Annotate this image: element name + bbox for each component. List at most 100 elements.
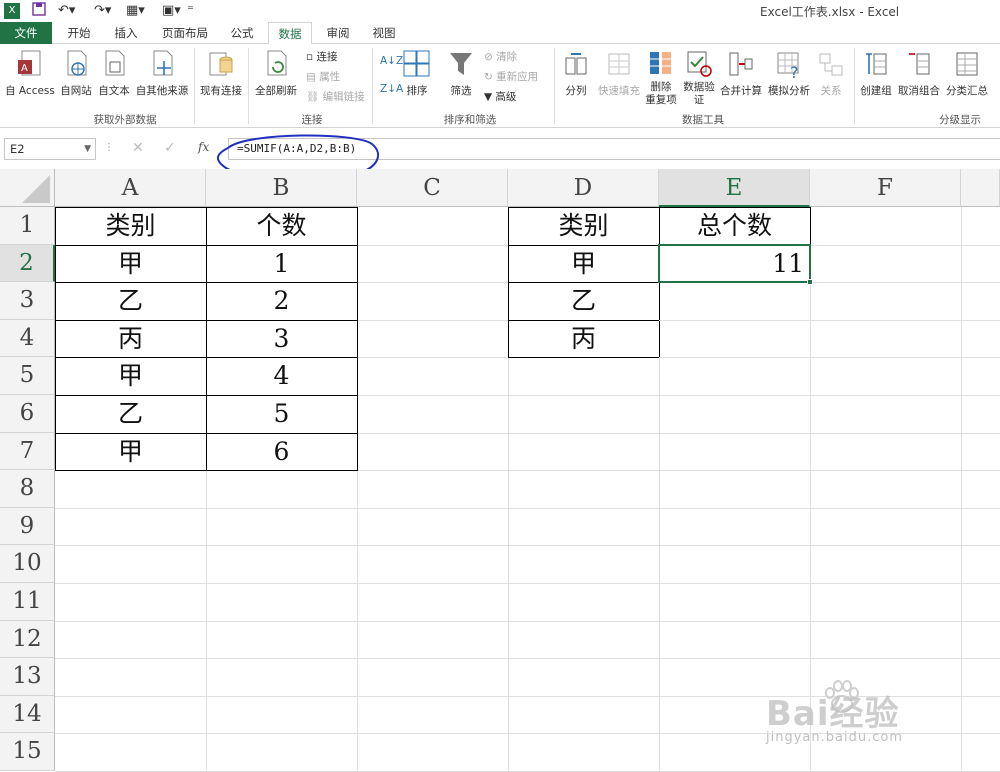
formula-bar: E2 ▼ ⋮ ✕ ✓ fx =SUMIF(A:A,D2,B:B) xyxy=(0,134,1000,180)
from-web-button[interactable]: 自网站 xyxy=(58,50,94,98)
consolidate-button[interactable]: 合并计算 xyxy=(718,50,764,98)
remove-duplicates-button[interactable]: 删除 重复项 xyxy=(644,50,678,107)
existing-connections-button[interactable]: 现有连接 xyxy=(198,50,244,98)
group-label-connections: 连接 xyxy=(301,114,323,126)
subtotal-button[interactable]: 分类汇总 xyxy=(944,50,990,98)
row-header-12[interactable]: 12 xyxy=(0,620,55,659)
cell-B7[interactable]: 6 xyxy=(206,433,357,471)
text-to-columns-button[interactable]: 分列 xyxy=(560,50,592,98)
data-validation-icon xyxy=(687,51,712,77)
from-access-button[interactable]: A 自 Access xyxy=(4,50,56,98)
advanced-filter-button[interactable]: ▼ 高级 xyxy=(484,90,516,104)
redo-icon[interactable]: ↷▾ xyxy=(94,2,111,20)
customize-qat-icon[interactable]: ⁼ xyxy=(187,2,194,20)
form-icon[interactable]: ▦▾ xyxy=(126,2,145,20)
cell-B2[interactable]: 1 xyxy=(206,245,357,283)
cell-A7[interactable]: 甲 xyxy=(55,433,206,471)
cell-D4[interactable]: 丙 xyxy=(508,320,659,358)
tab-data[interactable]: 数据 xyxy=(268,22,312,45)
column-header-F[interactable]: F xyxy=(810,169,961,207)
cell-B4[interactable]: 3 xyxy=(206,320,357,358)
filter-icon xyxy=(450,53,472,75)
cell-A6[interactable]: 乙 xyxy=(55,395,206,433)
cell-A5[interactable]: 甲 xyxy=(55,357,206,395)
cell-A3[interactable]: 乙 xyxy=(55,282,206,320)
row-header-15[interactable]: 15 xyxy=(0,733,55,771)
tab-formulas[interactable]: 公式 xyxy=(224,22,260,44)
data-validation-button[interactable]: 数据验证 xyxy=(680,50,718,107)
row-header-9[interactable]: 9 xyxy=(0,507,55,546)
row-header-13[interactable]: 13 xyxy=(0,658,55,696)
sort-icon xyxy=(403,50,430,77)
cell-E1[interactable]: 总个数 xyxy=(659,207,810,245)
cell-D1[interactable]: 类别 xyxy=(508,207,659,245)
column-header-A[interactable]: A xyxy=(55,169,206,207)
cell-B5[interactable]: 4 xyxy=(206,357,357,395)
cell-D2[interactable]: 甲 xyxy=(508,245,659,283)
relationships-button[interactable]: 关系 xyxy=(814,50,848,98)
reapply-button[interactable]: ↻ 重新应用 xyxy=(484,70,538,84)
enter-icon[interactable]: ✓ xyxy=(164,140,176,156)
row-header-11[interactable]: 11 xyxy=(0,583,55,621)
cell-B6[interactable]: 5 xyxy=(206,395,357,433)
flash-fill-button[interactable]: 快速填充 xyxy=(596,50,642,98)
cell-A2[interactable]: 甲 xyxy=(55,245,206,283)
undo-icon[interactable]: ↶▾ xyxy=(58,2,75,20)
clear-filter-button[interactable]: ⊘ 清除 xyxy=(484,50,517,64)
cancel-icon[interactable]: ✕ xyxy=(132,140,144,156)
edit-links-button[interactable]: ⛓ 编辑链接 xyxy=(306,90,365,104)
cell-B1[interactable]: 个数 xyxy=(206,207,357,245)
name-box[interactable]: E2 ▼ xyxy=(4,138,96,160)
sort-button[interactable]: 排序 xyxy=(400,50,434,98)
cell-A1[interactable]: 类别 xyxy=(55,207,206,245)
from-text-button[interactable]: 自文本 xyxy=(96,50,132,98)
refresh-icon xyxy=(267,50,287,76)
ungroup-button[interactable]: 取消组合 xyxy=(896,50,942,98)
refresh-all-button[interactable]: 全部刷新 xyxy=(252,50,300,98)
row-header-3[interactable]: 3 xyxy=(0,282,55,320)
cell-A4[interactable]: 丙 xyxy=(55,320,206,358)
tab-review[interactable]: 审阅 xyxy=(320,22,356,44)
tab-page-layout[interactable]: 页面布局 xyxy=(156,22,214,44)
column-header-D[interactable]: D xyxy=(508,169,659,207)
tab-home[interactable]: 开始 xyxy=(60,22,98,44)
tab-insert[interactable]: 插入 xyxy=(108,22,144,44)
row-header-1[interactable]: 1 xyxy=(0,207,55,245)
row-header-2[interactable]: 2 xyxy=(0,244,55,283)
connections-icon: ▫ xyxy=(306,51,317,63)
save-icon[interactable] xyxy=(32,2,46,22)
svg-text:?: ? xyxy=(790,63,799,80)
column-header-B[interactable]: B xyxy=(206,169,357,207)
cell-B3[interactable]: 2 xyxy=(206,282,357,320)
fill-handle[interactable] xyxy=(807,279,813,286)
row-header-4[interactable]: 4 xyxy=(0,319,55,358)
filter-button[interactable]: 筛选 xyxy=(444,50,478,98)
tab-view[interactable]: 视图 xyxy=(366,22,402,44)
column-header-C[interactable]: C xyxy=(357,169,508,207)
row-header-6[interactable]: 6 xyxy=(0,395,55,433)
watermark-brand: Bai经验 xyxy=(766,694,900,734)
properties-button[interactable]: ▤ 属性 xyxy=(306,70,340,84)
row-header-10[interactable]: 10 xyxy=(0,545,55,583)
column-header-E[interactable]: E xyxy=(659,169,810,207)
touch-mode-icon[interactable]: ▣▾ xyxy=(162,2,181,20)
tab-file[interactable]: 文件 xyxy=(0,22,52,44)
cell-D3[interactable]: 乙 xyxy=(508,282,659,320)
group-label-data-tools: 数据工具 xyxy=(682,114,724,126)
subtotal-icon xyxy=(956,52,978,76)
group-button[interactable]: 创建组 xyxy=(858,50,894,98)
column-header-next[interactable] xyxy=(961,169,1000,207)
row-header-7[interactable]: 7 xyxy=(0,432,55,471)
row-header-14[interactable]: 14 xyxy=(0,695,55,734)
chevron-down-icon[interactable]: ▼ xyxy=(84,139,91,159)
active-cell-selection xyxy=(658,243,811,284)
excel-logo-icon: X xyxy=(4,3,20,19)
connections-button[interactable]: ▫ 连接 xyxy=(306,50,337,64)
from-other-sources-button[interactable]: 自其他来源 xyxy=(134,50,190,98)
row-header-5[interactable]: 5 xyxy=(0,357,55,395)
select-all-corner[interactable] xyxy=(0,169,55,207)
what-if-analysis-button[interactable]: ? 模拟分析 xyxy=(766,50,812,98)
group-label-outline: 分级显示 xyxy=(939,114,981,126)
properties-icon: ▤ xyxy=(306,71,320,83)
row-header-8[interactable]: 8 xyxy=(0,470,55,508)
